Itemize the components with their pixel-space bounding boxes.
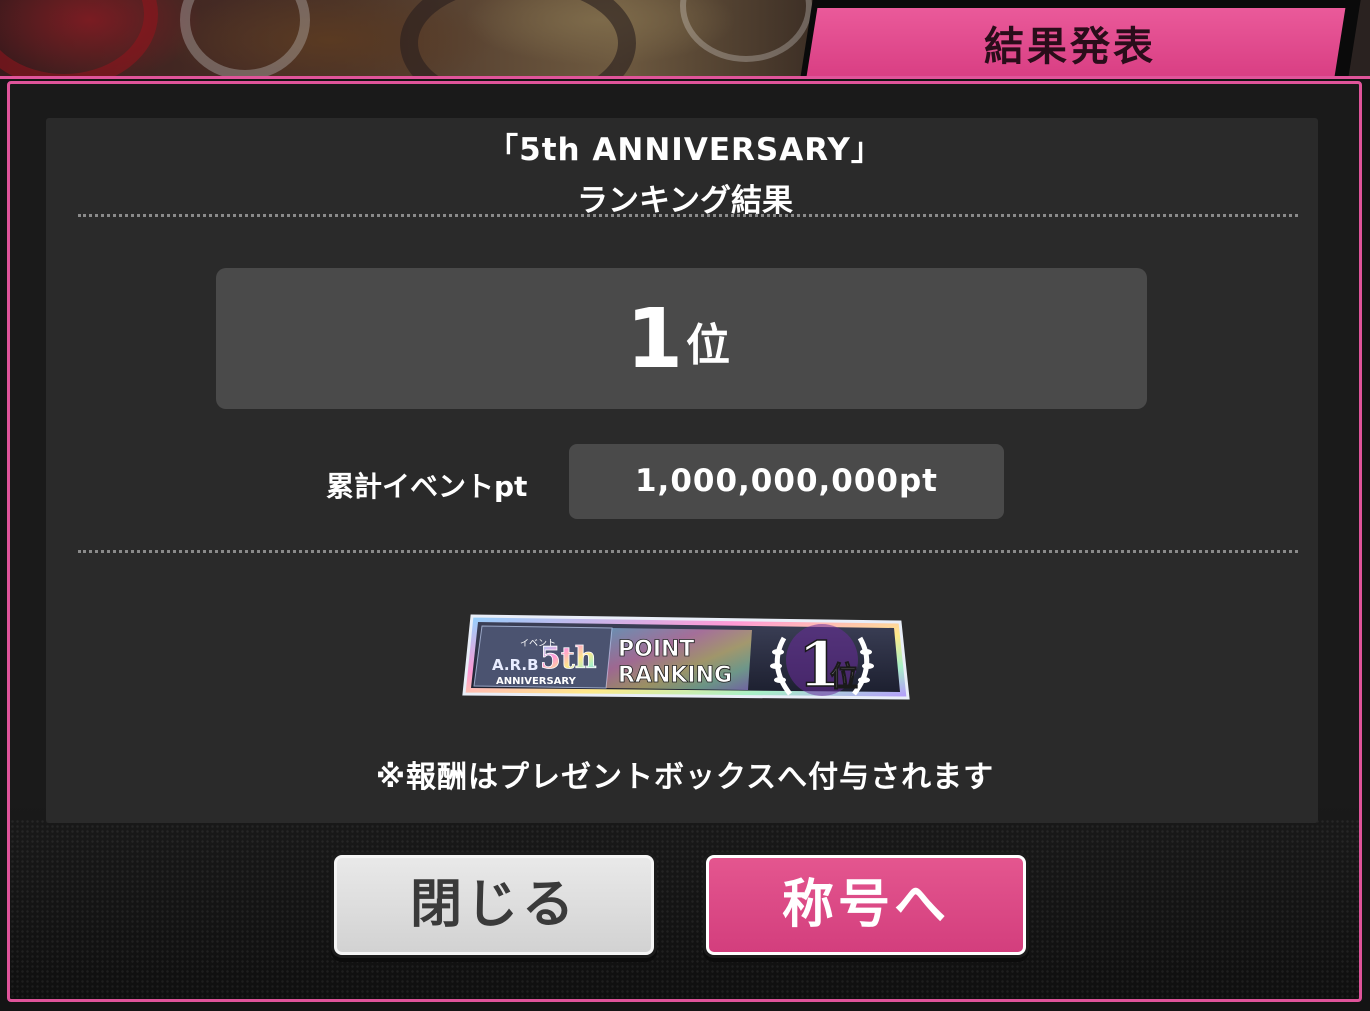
rank-number: 1 xyxy=(626,292,684,387)
anniversary-logo: イベント A.R.B 5th ANNIVERSARY xyxy=(473,625,613,689)
background-brush-stroke xyxy=(0,0,158,88)
background-brush-stroke xyxy=(180,0,310,80)
dotted-divider xyxy=(78,214,1298,217)
title-badge: イベント A.R.B 5th ANNIVERSARY POINT RANKING… xyxy=(462,608,910,712)
badge-brand: A.R.B xyxy=(492,656,539,674)
point-ranking-label: POINT RANKING xyxy=(606,628,752,690)
badge-rank-suffix: 位 xyxy=(830,660,858,693)
rank-suffix: 位 xyxy=(686,320,730,371)
badge-anniversary-number: 5th xyxy=(540,641,597,676)
cumulative-points-label: 累計イベントpt xyxy=(326,470,528,503)
dotted-divider xyxy=(78,550,1298,553)
background-brush-stroke xyxy=(680,0,812,62)
cumulative-points-value: 1,000,000,000pt xyxy=(634,463,939,499)
event-title: 「5th ANNIVERSARY」 xyxy=(487,132,883,168)
result-tab-label: 結果発表 xyxy=(984,24,1156,70)
reward-notice: ※報酬はプレゼントボックスへ付与されます xyxy=(375,760,995,795)
badge-anniversary-word: ANNIVERSARY xyxy=(496,676,577,687)
go-to-title-button[interactable]: 称号へ xyxy=(706,855,1026,955)
badge-point-word: POINT xyxy=(618,637,694,662)
close-button[interactable]: 閉じる xyxy=(334,855,654,955)
badge-ranking-word: RANKING xyxy=(618,663,732,688)
